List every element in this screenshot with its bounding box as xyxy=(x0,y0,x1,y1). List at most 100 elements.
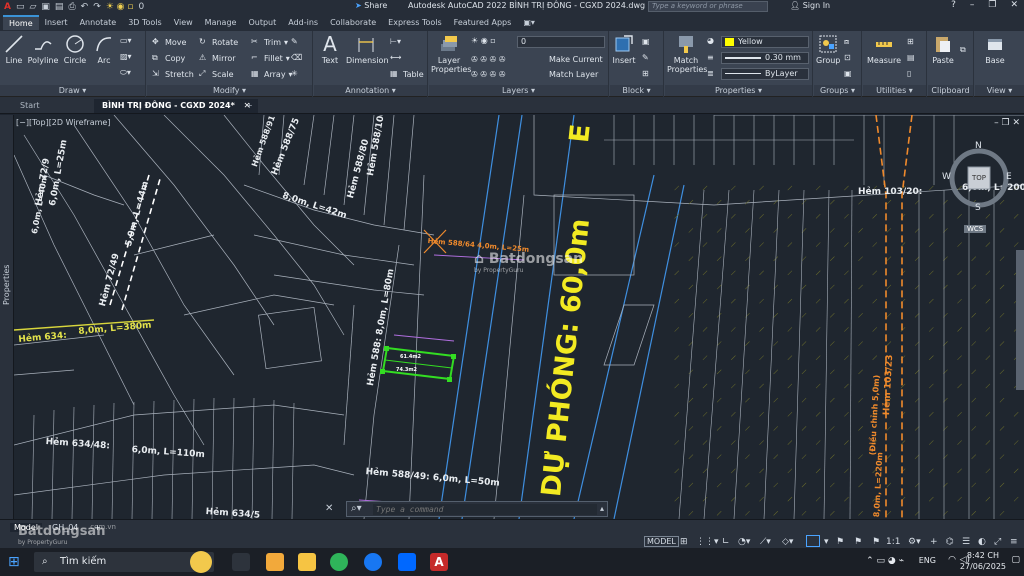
copy-button[interactable]: ⧉ Copy xyxy=(152,53,185,63)
system-tray-icons[interactable]: ⌃ ▭ ◕ ⌁ xyxy=(866,556,904,566)
measure-button[interactable]: Measure xyxy=(867,34,901,65)
view-panel-title[interactable]: View ▾ xyxy=(975,85,1024,96)
command-expand-icon[interactable]: ▴ xyxy=(600,504,604,513)
group-button[interactable]: Group xyxy=(816,34,840,65)
customize-icon[interactable]: ≡ xyxy=(1010,537,1018,547)
tab-annotate[interactable]: Annotate xyxy=(74,16,123,29)
undo-icon[interactable]: ↶ xyxy=(81,2,89,12)
network-icon[interactable]: ◠ xyxy=(948,555,956,565)
snap-icon[interactable]: ⋮⋮▾ xyxy=(696,537,719,547)
workspace-gear-icon[interactable]: ⚙▾ xyxy=(908,537,921,547)
print-icon[interactable]: ⎙ xyxy=(68,2,75,12)
navigation-bar[interactable] xyxy=(1016,250,1024,390)
tab-view[interactable]: View xyxy=(168,16,199,29)
open-file-icon[interactable]: ▱ xyxy=(29,2,36,12)
move-button[interactable]: ✥ Move xyxy=(152,37,186,47)
table-button[interactable]: ▦ Table xyxy=(390,69,424,79)
create-block-icon[interactable]: ▣ xyxy=(642,37,650,46)
line-tool-button[interactable]: Line xyxy=(3,34,25,65)
close-command-line-icon[interactable]: ✕ xyxy=(325,503,333,514)
layer-tools-row2-icons[interactable]: ✇ ✇ ✇ ✇ xyxy=(471,70,505,79)
scale-button[interactable]: ⤢ Scale xyxy=(199,69,234,79)
erase-icon[interactable]: ⌫ xyxy=(291,53,302,62)
auto-scale-icon[interactable]: ⚑ xyxy=(854,537,862,547)
taskbar-search[interactable]: ⌕ Tìm kiếm xyxy=(34,552,214,572)
rectangle-tool-icon[interactable]: ▭▾ xyxy=(120,36,132,45)
ellipse-tool-icon[interactable]: ⬭▾ xyxy=(120,68,131,78)
linear-dim-icon[interactable]: ⟷ xyxy=(390,53,401,62)
annotation-scale-value[interactable]: 1:1 xyxy=(886,537,900,547)
autocad-logo-icon[interactable]: A xyxy=(4,2,11,12)
view-cube-top[interactable]: TOP xyxy=(972,174,986,182)
quick-select-icon[interactable]: ⊞ xyxy=(907,37,914,46)
layer-properties-button[interactable]: Layer Properties xyxy=(431,34,471,74)
windows-start-icon[interactable]: ⊞ xyxy=(8,554,20,570)
folder-icon[interactable] xyxy=(298,553,316,571)
layer-dropdown[interactable]: 0 xyxy=(517,36,605,48)
tab-collaborate[interactable]: Collaborate xyxy=(324,16,382,29)
tab-3d-tools[interactable]: 3D Tools xyxy=(122,16,168,29)
properties-panel-title[interactable]: Properties ▾ xyxy=(665,85,812,96)
share-button[interactable]: ➤ Share xyxy=(355,1,387,10)
tab-express-tools[interactable]: Express Tools xyxy=(382,16,448,29)
sign-in-button[interactable]: 👤︎ Sign In xyxy=(790,1,830,10)
explode-icon[interactable]: ✳ xyxy=(291,69,298,78)
zalo-icon[interactable] xyxy=(398,553,416,571)
polar-icon[interactable]: ◔▾ xyxy=(738,537,750,547)
group-edit-icon[interactable]: ⊡ xyxy=(844,53,851,62)
edit-block-icon[interactable]: ✎ xyxy=(642,53,649,62)
annotation-scale-icon[interactable]: ⚑ xyxy=(872,537,880,547)
properties-palette[interactable]: Properties xyxy=(0,115,14,519)
units-icon[interactable]: ⌬ xyxy=(946,537,954,547)
system-clock[interactable]: 8:42 CH 27/06/2025 xyxy=(960,550,1006,572)
layer-quick-value[interactable]: 0 xyxy=(138,2,144,12)
annotation-monitor-icon[interactable]: + xyxy=(930,537,938,547)
base-view-button[interactable]: Base xyxy=(981,34,1009,65)
copy-clip-icon[interactable]: ⧉ xyxy=(960,45,966,55)
rotate-button[interactable]: ↻ Rotate xyxy=(199,37,238,47)
linetype-dropdown[interactable]: ByLayer xyxy=(721,68,809,80)
color-dropdown[interactable]: Yellow xyxy=(721,36,809,48)
language-indicator[interactable]: ENG xyxy=(919,556,936,565)
utilities-panel-title[interactable]: Utilities ▾ xyxy=(863,85,926,96)
save-icon[interactable]: ▣ xyxy=(41,2,50,12)
autocad-taskbar-icon[interactable]: A xyxy=(430,553,448,571)
make-current-button[interactable]: Make Current xyxy=(549,55,603,64)
compass-w[interactable]: W xyxy=(942,172,951,182)
trim-button[interactable]: ✂ Trim ▾ xyxy=(251,37,288,47)
tab-home[interactable]: Home xyxy=(3,15,39,30)
browser-icon[interactable] xyxy=(330,553,348,571)
fillet-button[interactable]: ⌐ Fillet ▾ xyxy=(251,53,290,63)
layers-panel-title[interactable]: Layers ▾ xyxy=(429,85,608,96)
lineweight-toggle-icon[interactable] xyxy=(806,535,820,547)
help-icon[interactable]: ? xyxy=(951,0,956,10)
arc-tool-button[interactable]: Arc xyxy=(92,34,116,65)
pineapple-widget-icon[interactable] xyxy=(190,551,212,573)
leader-icon[interactable]: ⊢▾ xyxy=(390,37,401,46)
compass-s[interactable]: S xyxy=(975,203,981,213)
view-cube[interactable]: TOP N S E W WCS xyxy=(942,141,1014,233)
isolate-objects-icon[interactable]: ◐ xyxy=(978,537,986,547)
save-as-icon[interactable]: ▤ xyxy=(55,2,64,12)
polyline-tool-button[interactable]: Polyline xyxy=(27,34,59,65)
help-search-input[interactable]: Type a keyword or phrase xyxy=(648,1,768,12)
file-explorer-icon[interactable] xyxy=(266,553,284,571)
lineweight-dropdown[interactable]: 0.30 mm xyxy=(721,52,809,64)
osnap-icon[interactable]: ◇▾ xyxy=(782,537,793,547)
grid-icon[interactable]: ⊞ xyxy=(680,537,688,547)
clipboard-panel-title[interactable]: Clipboard xyxy=(928,85,973,96)
insert-block-button[interactable]: Insert xyxy=(612,34,636,65)
redo-icon[interactable]: ↷ xyxy=(93,2,101,12)
tab-output[interactable]: Output xyxy=(242,16,282,29)
viewport-window-controls[interactable]: – ❐ ✕ xyxy=(994,118,1020,128)
close-icon[interactable]: ✕ xyxy=(1010,0,1018,10)
layer-quick-icons[interactable]: ☀ ◉ ▫ xyxy=(106,2,134,12)
tab-insert[interactable]: Insert xyxy=(39,16,74,29)
block-attribute-icon[interactable]: ⊞ xyxy=(642,69,649,78)
dimension-tool-button[interactable]: Dimension xyxy=(346,34,389,65)
annotation-panel-title[interactable]: Annotation ▾ xyxy=(314,85,427,96)
paste-button[interactable]: Paste xyxy=(930,34,956,65)
match-properties-button[interactable]: Match Properties xyxy=(667,34,707,74)
tab-manage[interactable]: Manage xyxy=(199,16,243,29)
task-view-icon[interactable] xyxy=(232,553,250,571)
